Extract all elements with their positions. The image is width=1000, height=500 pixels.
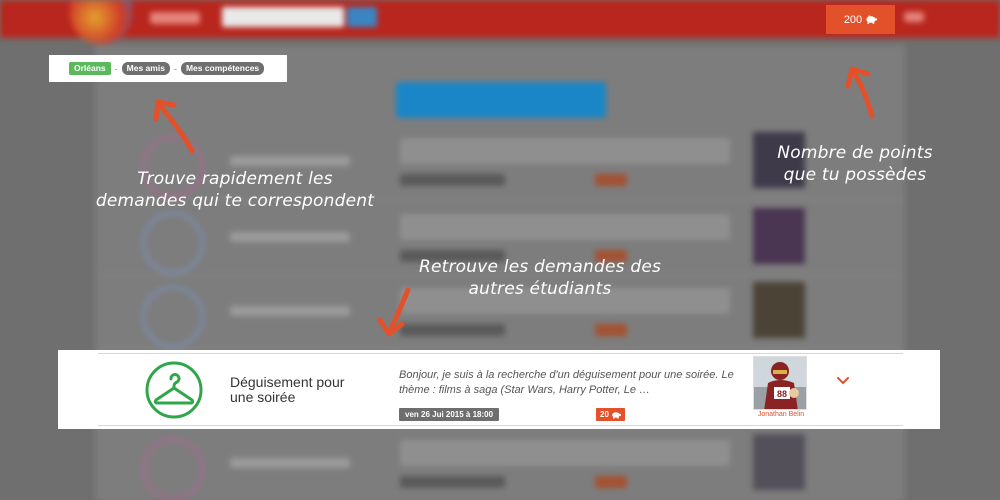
filter-friends-tag[interactable]: Mes amis xyxy=(121,62,170,75)
filter-separator: - xyxy=(173,63,177,74)
arrow-to-points xyxy=(845,66,875,119)
hanger-icon xyxy=(145,361,203,419)
divider xyxy=(98,425,903,426)
user-name[interactable]: Jonathan Belin xyxy=(746,411,816,418)
arrow-to-filters xyxy=(153,99,195,154)
points-value: 200 xyxy=(843,13,863,26)
filter-separator: - xyxy=(114,63,118,74)
divider xyxy=(98,353,903,354)
request-row-highlight[interactable]: Déguisement pour une soirée Bonjour, je … xyxy=(58,350,940,429)
avatar-photo: 88 xyxy=(754,357,806,409)
filter-city-tag[interactable]: Orléans xyxy=(69,62,111,75)
svg-text:88: 88 xyxy=(777,389,787,399)
user-menu xyxy=(904,12,924,22)
list-item xyxy=(100,430,900,500)
filter-bar: Orléans - Mes amis - Mes compétences xyxy=(49,55,287,82)
request-title[interactable]: Déguisement pour une soirée xyxy=(230,375,360,405)
callout-filters: Trouve rapidement les demandes qui te co… xyxy=(95,169,375,211)
piggy-bank-icon xyxy=(612,411,621,419)
avatar[interactable]: 88 xyxy=(753,356,807,410)
chevron-down-icon[interactable] xyxy=(836,376,850,386)
points-badge[interactable]: 200 xyxy=(826,5,895,34)
request-points-badge: 20 xyxy=(596,408,625,421)
callout-requests: Retrouve les demandes des autres étudian… xyxy=(418,257,662,299)
request-points-value: 20 xyxy=(600,410,609,419)
nav-link xyxy=(150,12,200,24)
new-request-button xyxy=(396,82,606,118)
search-input xyxy=(222,7,344,27)
filter-skills-tag[interactable]: Mes compétences xyxy=(180,62,265,75)
piggy-bank-icon xyxy=(866,15,878,24)
callout-points: Nombre de points que tu possèdes xyxy=(777,143,933,185)
request-date-badge: ven 26 Jui 2015 à 18:00 xyxy=(399,408,500,421)
request-description: Bonjour, je suis à la recherche d'un dég… xyxy=(399,369,734,396)
search-button xyxy=(347,7,377,27)
